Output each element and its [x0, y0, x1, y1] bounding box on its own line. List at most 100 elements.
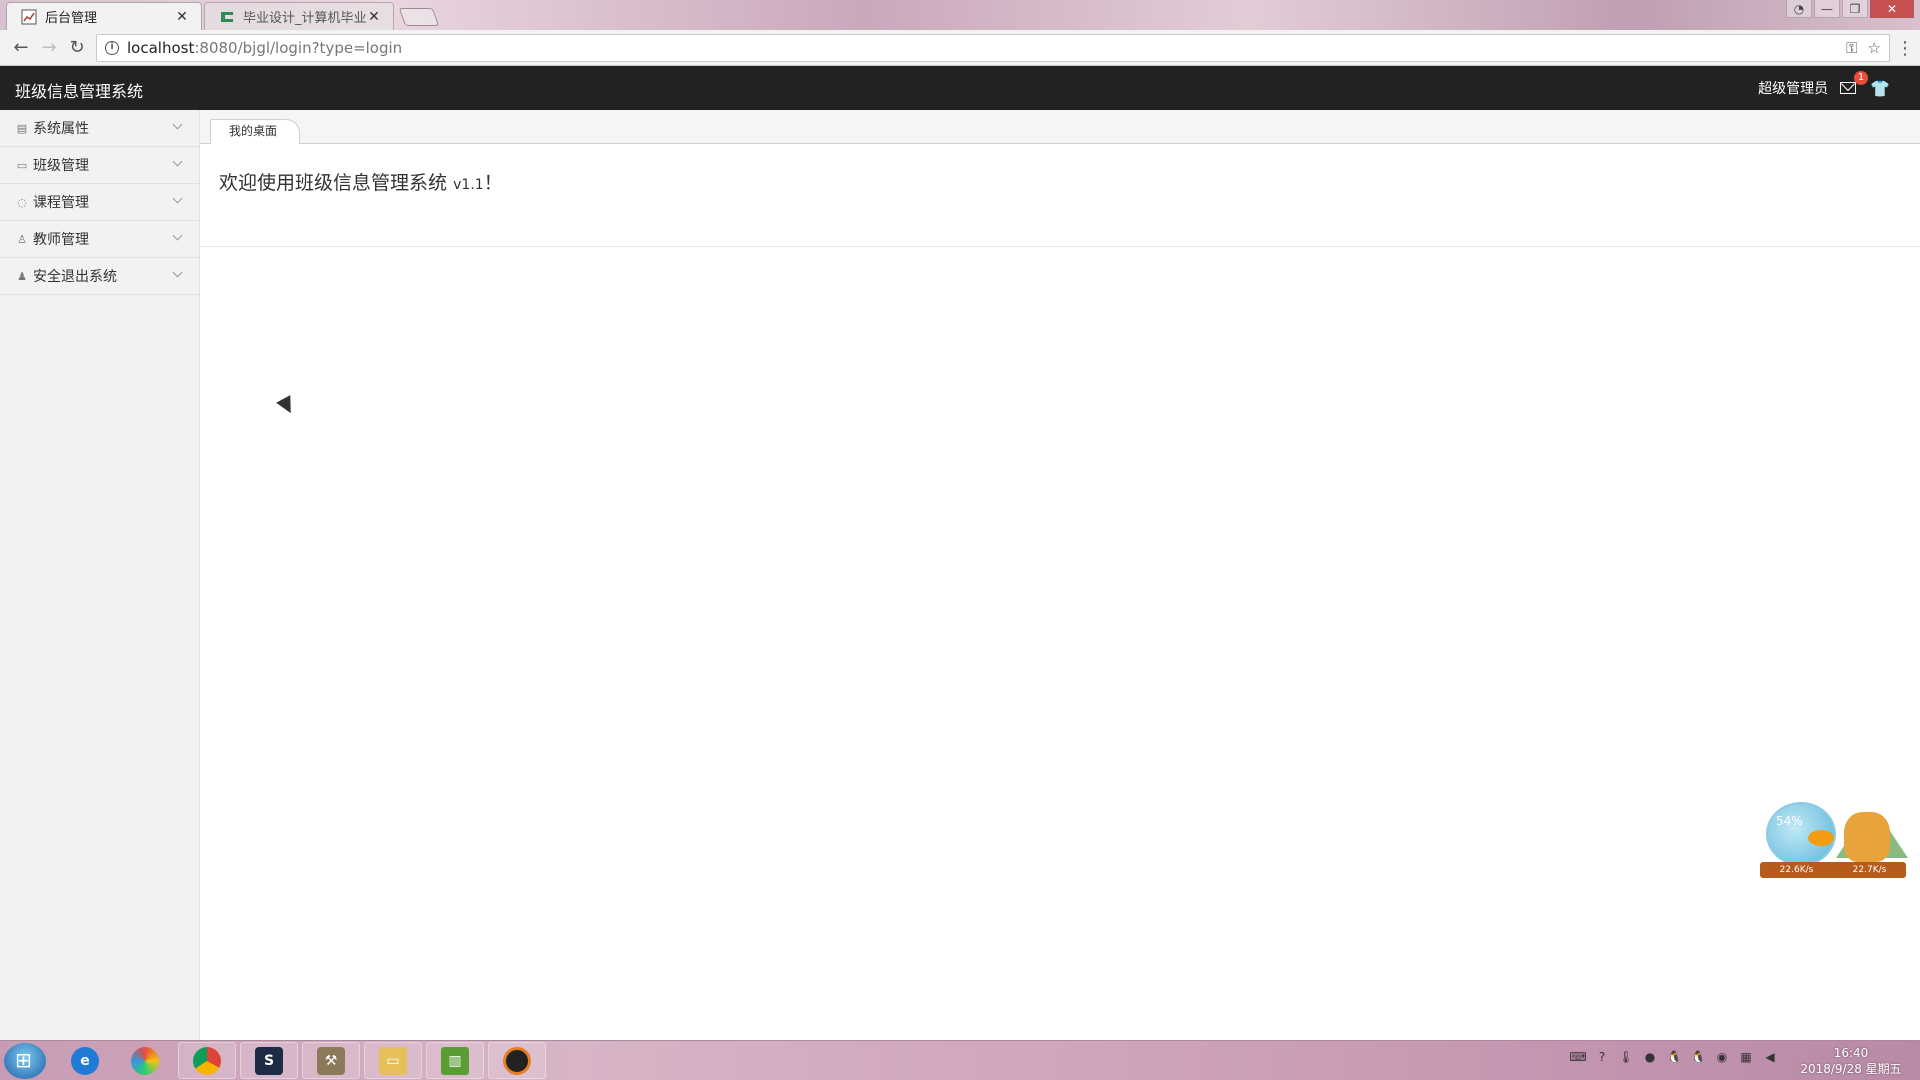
key-icon[interactable]: ⚿	[1846, 39, 1857, 57]
tshirt-icon[interactable]: 👕	[1870, 79, 1890, 98]
widget-percent: 54%	[1776, 814, 1803, 828]
url-path: :8080/bjgl/login?type=login	[194, 39, 403, 57]
ie-icon: e	[71, 1046, 99, 1075]
browser-menu-icon[interactable]: ⋮	[1896, 38, 1914, 59]
taskbar-s-app[interactable]: S	[240, 1042, 298, 1079]
message-count-badge: 1	[1854, 71, 1869, 85]
tab-my-desktop[interactable]: 我的桌面	[210, 119, 301, 145]
sidebar: ▤ 系统属性 ▭ 班级管理 ◌ 课程管理 ♙ 教师管理 ♟ 安全退出系统	[0, 110, 200, 1040]
sidebar-item-label: 安全退出系统	[33, 269, 117, 285]
sidebar-item-system-attributes[interactable]: ▤ 系统属性	[0, 110, 199, 147]
browser-tab-title: 后台管理	[45, 11, 98, 26]
s-app-icon: S	[255, 1046, 283, 1075]
network-icon[interactable]: ▦	[1738, 1049, 1754, 1065]
help-icon[interactable]: ?	[1594, 1049, 1610, 1065]
sidebar-item-label: 课程管理	[33, 195, 89, 211]
sidebar-item-course-management[interactable]: ◌ 课程管理	[0, 184, 199, 221]
keyboard-icon[interactable]: ⌨	[1569, 1049, 1586, 1065]
browser-tab-active[interactable]: 后台管理 ✕	[6, 2, 202, 30]
reload-icon[interactable]: ↻	[63, 34, 91, 62]
address-bar[interactable]: i localhost:8080/bjgl/login?type=login ⚿…	[96, 34, 1890, 62]
new-tab-button[interactable]	[398, 8, 440, 26]
site-favicon-icon	[221, 11, 233, 22]
forward-arrow-icon[interactable]: →	[35, 34, 63, 62]
browser-tab-strip: 后台管理 ✕ 毕业设计_计算机毕业设计 ✕ ◔ — ❐ ✕	[0, 0, 1920, 30]
chat-icon: ◌	[17, 195, 27, 209]
close-tab-icon[interactable]: ✕	[367, 9, 381, 25]
chrome-icon	[193, 1046, 221, 1075]
close-tab-icon[interactable]: ✕	[175, 9, 189, 25]
taskbar-ie[interactable]: e	[56, 1042, 114, 1079]
messages-button[interactable]: 1	[1840, 71, 1869, 96]
tools-icon: ⚒	[317, 1046, 345, 1075]
sidebar-item-class-management[interactable]: ▭ 班级管理	[0, 147, 199, 184]
window-close-icon[interactable]: ✕	[1870, 0, 1914, 18]
taskbar-chrome[interactable]	[178, 1042, 236, 1079]
page-tab-bar: 我的桌面	[200, 110, 1920, 145]
mask-app-icon	[503, 1046, 531, 1075]
minimize-icon[interactable]: —	[1814, 0, 1840, 18]
taskbar-color-app[interactable]	[116, 1042, 174, 1079]
network-speed-widget[interactable]: 54% 22.6K/s 22.7K/s	[1752, 798, 1912, 882]
fish-icon	[1808, 830, 1834, 846]
sidebar-item-label: 系统属性	[33, 121, 89, 137]
qq-icon-2[interactable]: 🐧	[1690, 1049, 1706, 1065]
speed-bar: 22.6K/s 22.7K/s	[1760, 862, 1906, 878]
version-label: v1.1	[453, 177, 484, 193]
main-content: 欢迎使用班级信息管理系统 v1.1！	[200, 144, 1920, 1040]
header-right: 超级管理员 1 👕	[1758, 71, 1890, 98]
browser-tab-title: 毕业设计_计算机毕业设计	[243, 11, 367, 26]
restore-icon[interactable]: ❐	[1842, 0, 1868, 18]
app-title[interactable]: 班级信息管理系统	[15, 78, 143, 102]
chevron-down-icon	[172, 193, 183, 204]
thermometer-icon[interactable]: 🌡	[1618, 1049, 1634, 1065]
taskbar-chart-app[interactable]: ▥	[426, 1042, 484, 1079]
url-host: localhost	[127, 39, 195, 57]
user-icon: ♟	[17, 269, 27, 283]
chevron-down-icon	[172, 267, 183, 278]
grid-icon: ▤	[16, 121, 28, 135]
mail-icon	[1840, 82, 1857, 94]
sidebar-item-teacher-management[interactable]: ♙ 教师管理	[0, 221, 199, 258]
window-controls: ◔ — ❐ ✕	[1786, 0, 1914, 18]
user-menu[interactable]: 超级管理员	[1758, 78, 1828, 98]
chevron-down-icon	[172, 156, 183, 167]
download-speed: 22.7K/s	[1852, 865, 1887, 875]
clock-date: 2018/9/28 星期五	[1800, 1062, 1902, 1076]
chevron-down-icon	[172, 119, 183, 130]
clock-time: 16:40	[1833, 1046, 1869, 1060]
user-profile-icon[interactable]: ◔	[1786, 0, 1812, 18]
taskbar: e S ⚒ ▭ ▥ ⌨ ? 🌡 ● 🐧 🐧 ◉ ▦ ◀ 16:40 2018/9…	[0, 1040, 1920, 1080]
back-arrow-icon[interactable]: ←	[7, 34, 35, 62]
sidebar-item-label: 教师管理	[33, 232, 89, 248]
sidebar-item-logout[interactable]: ♟ 安全退出系统	[0, 258, 199, 295]
star-icon[interactable]: ☆	[1868, 39, 1881, 57]
security-icon[interactable]: ◉	[1714, 1049, 1730, 1065]
card-icon: ▭	[16, 158, 28, 172]
welcome-message: 欢迎使用班级信息管理系统 v1.1！	[219, 168, 503, 195]
antivirus-icon[interactable]: ●	[1642, 1049, 1658, 1065]
sidebar-item-label: 班级管理	[33, 158, 89, 174]
info-icon[interactable]: i	[105, 41, 119, 55]
upload-speed: 22.6K/s	[1779, 865, 1814, 875]
chart-favicon-icon	[21, 9, 37, 24]
taskbar-explorer[interactable]: ▭	[364, 1042, 422, 1079]
system-clock[interactable]: 16:40 2018/9/28 星期五	[1796, 1045, 1906, 1077]
qq-icon[interactable]: 🐧	[1666, 1049, 1682, 1065]
user-outline-icon: ♙	[17, 232, 27, 246]
welcome-exclaim: ！	[483, 172, 503, 194]
cat-icon	[1844, 812, 1890, 862]
taskbar-mask-app[interactable]	[488, 1042, 546, 1079]
browser-toolbar: ← → ↻ i localhost:8080/bjgl/login?type=l…	[0, 30, 1920, 66]
browser-tab-inactive[interactable]: 毕业设计_计算机毕业设计 ✕	[204, 2, 394, 30]
taskbar-tools[interactable]: ⚒	[302, 1042, 360, 1079]
folder-icon: ▭	[379, 1046, 407, 1075]
fishbowl-icon: 54%	[1766, 802, 1836, 866]
content-divider	[200, 246, 1920, 247]
welcome-text: 欢迎使用班级信息管理系统	[219, 172, 448, 194]
chevron-down-icon	[172, 230, 183, 241]
start-button[interactable]	[4, 1043, 46, 1079]
chart-app-icon: ▥	[441, 1046, 469, 1075]
volume-icon[interactable]: ◀	[1762, 1049, 1778, 1065]
palette-icon	[131, 1046, 159, 1075]
